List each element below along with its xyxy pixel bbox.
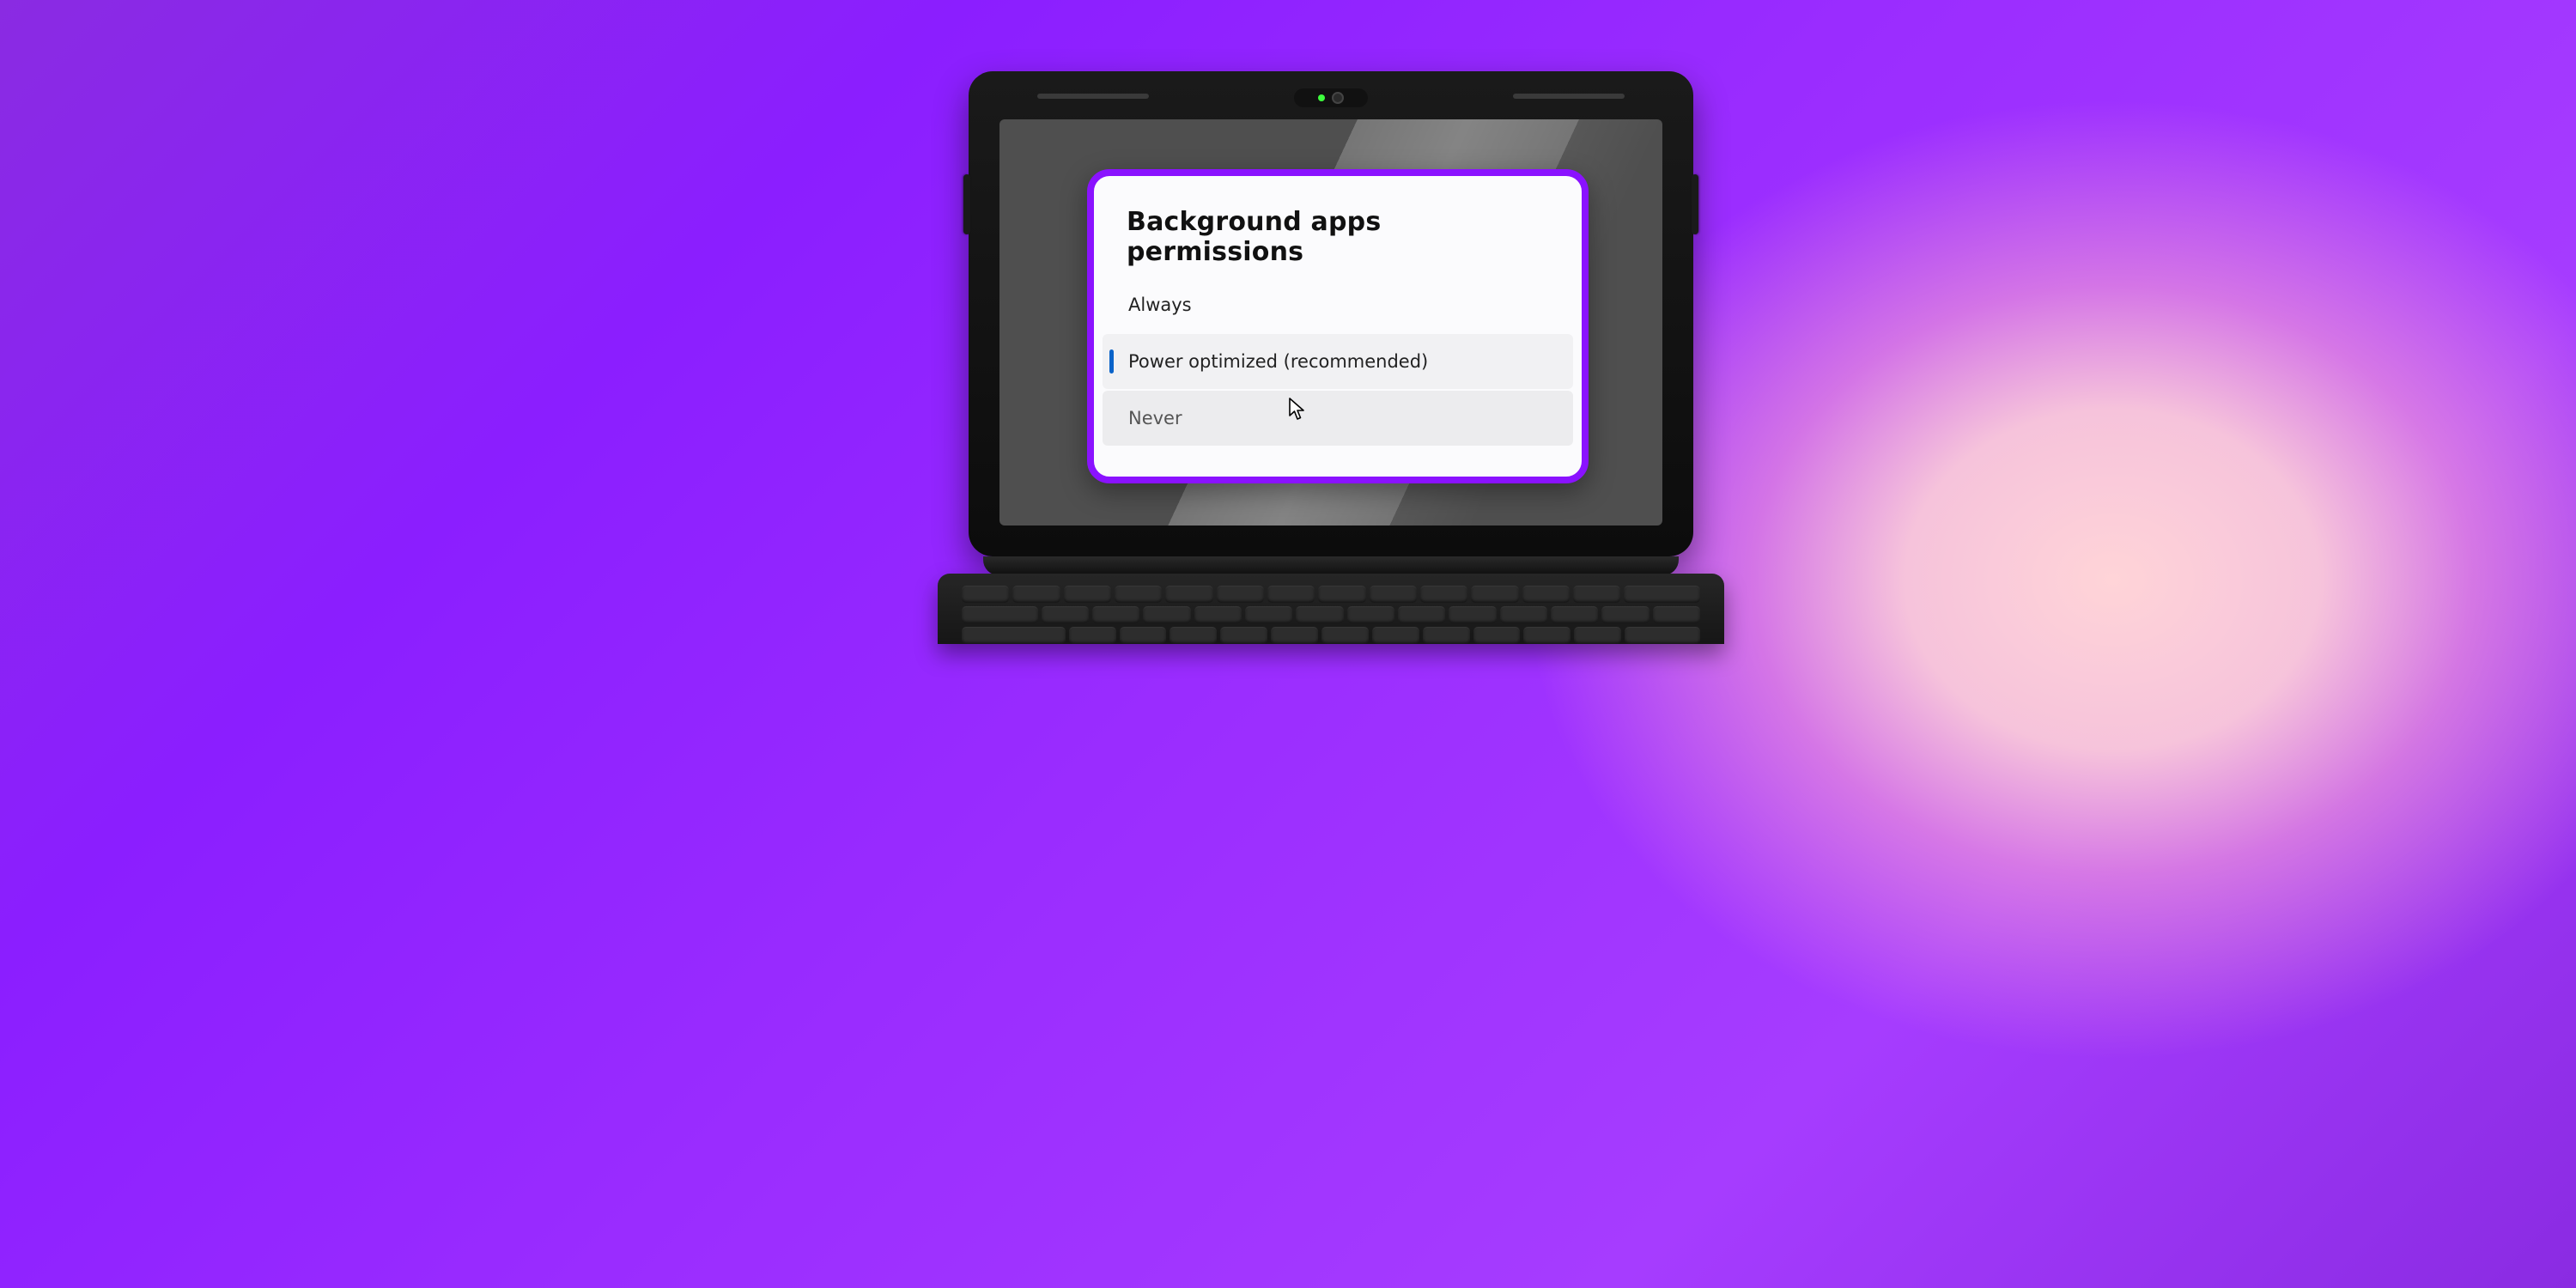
- option-never[interactable]: Never: [1103, 391, 1573, 446]
- selection-indicator-icon: [1109, 349, 1114, 374]
- camera-led-icon: [1318, 94, 1325, 101]
- lid-bump-right: [1692, 174, 1698, 234]
- laptop-base: [938, 574, 1724, 644]
- speaker-slit-right: [1513, 94, 1625, 99]
- keyboard: [962, 586, 1700, 644]
- option-label: Power optimized (recommended): [1128, 351, 1428, 372]
- option-power-optimized[interactable]: Power optimized (recommended): [1103, 334, 1573, 389]
- webcam-notch: [1294, 88, 1368, 107]
- options-list: Always Power optimized (recommended) Nev…: [1094, 277, 1582, 446]
- popup-title: Background apps permissions: [1094, 176, 1582, 277]
- option-label: Always: [1128, 295, 1192, 315]
- lid-bump-left: [963, 174, 970, 234]
- option-always[interactable]: Always: [1103, 277, 1573, 332]
- camera-lens-icon: [1332, 92, 1344, 104]
- option-label: Never: [1128, 408, 1182, 428]
- speaker-slit-left: [1037, 94, 1149, 99]
- laptop-hinge: [983, 556, 1679, 575]
- background-apps-permissions-popup: Background apps permissions Always Power…: [1087, 169, 1589, 483]
